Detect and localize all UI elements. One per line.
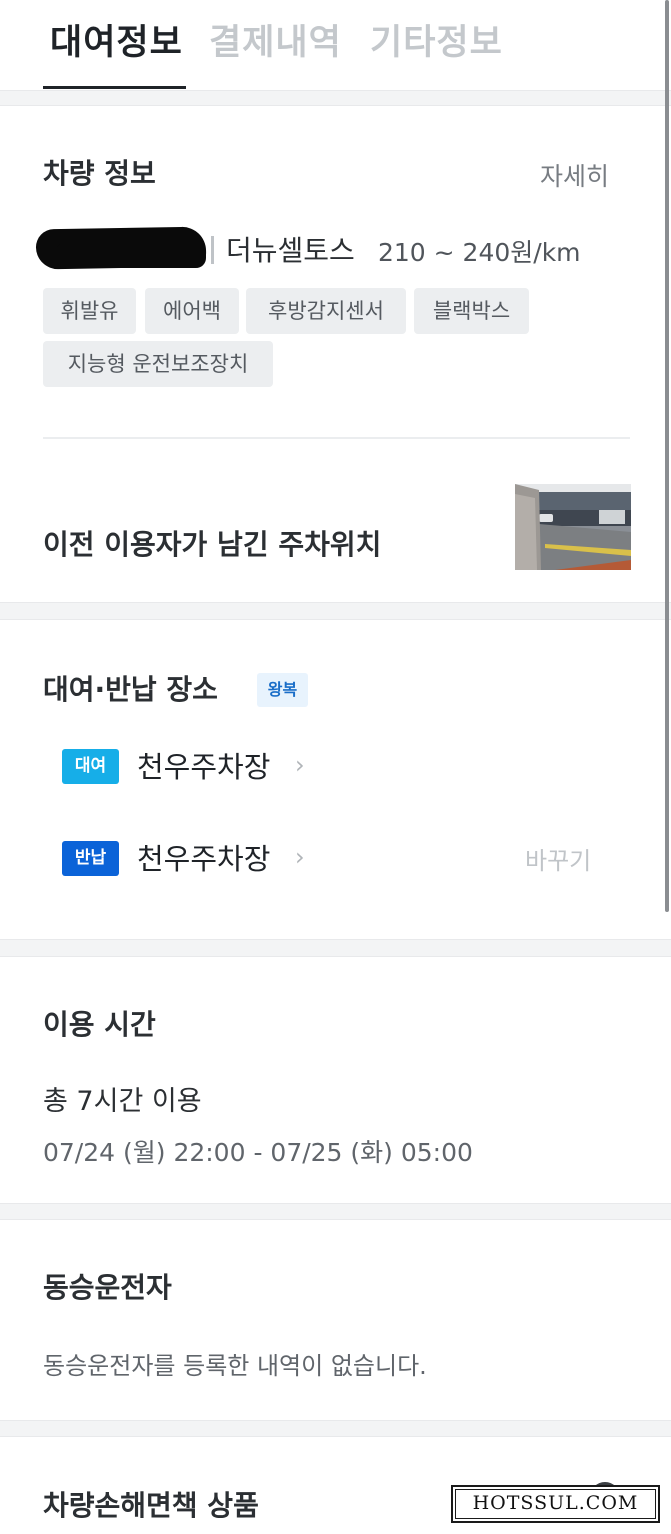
vehicle-section-title: 차량 정보: [43, 157, 156, 190]
car-model-name: 더뉴셀토스: [226, 234, 355, 267]
pickup-location-name[interactable]: 천우주차장: [137, 744, 270, 786]
option-chip: 에어백: [145, 288, 239, 334]
redacted-plate-number-mark: [56, 242, 206, 268]
usage-total: 총 7시간 이용: [43, 1086, 202, 1117]
option-chip: 지능형 운전보조장치: [43, 341, 273, 387]
section-divider: [0, 939, 671, 957]
car-price-per-km: 210 ~ 240원/km: [378, 238, 581, 267]
section-divider: [0, 602, 671, 620]
tab-bar: 대여정보 결제내역 기타정보: [0, 0, 671, 90]
option-chip: 후방감지센서: [246, 288, 406, 334]
tab-payment-history[interactable]: 결제내역: [209, 14, 342, 65]
option-chip: 휘발유: [43, 288, 136, 334]
scrollbar[interactable]: [665, 0, 669, 912]
chevron-right-icon[interactable]: ›: [295, 843, 305, 871]
parking-photo-thumbnail[interactable]: [515, 484, 631, 570]
usage-section-title: 이용 시간: [43, 1008, 156, 1041]
section-divider: [0, 90, 671, 106]
separator: [211, 236, 214, 264]
pickup-tag: 대여: [62, 749, 119, 784]
parking-location-title: 이전 이용자가 남긴 주차위치: [43, 528, 382, 561]
location-section-title: 대여·반납 장소: [43, 673, 218, 706]
tab-rental-info[interactable]: 대여정보: [50, 14, 183, 65]
section-divider: [0, 1420, 671, 1437]
co-driver-empty-message: 동승운전자를 등록한 내역이 없습니다.: [43, 1352, 427, 1380]
co-driver-section-title: 동승운전자: [43, 1271, 172, 1304]
vehicle-detail-link[interactable]: 자세히: [540, 157, 609, 193]
return-tag: 반납: [62, 841, 119, 876]
return-location-name[interactable]: 천우주차장: [137, 836, 270, 878]
section-divider: [0, 1203, 671, 1220]
round-trip-badge: 왕복: [257, 673, 308, 707]
insurance-section-title: 차량손해면책 상품: [43, 1489, 259, 1522]
watermark: HOTSSUL.COM: [451, 1485, 660, 1523]
usage-date-range: 07/24 (월) 22:00 - 07/25 (화) 05:00: [43, 1138, 473, 1167]
chevron-right-icon[interactable]: ›: [295, 751, 305, 779]
active-tab-indicator: [43, 86, 186, 89]
option-chip: 블랙박스: [414, 288, 529, 334]
tab-other-info[interactable]: 기타정보: [370, 14, 503, 65]
divider: [43, 437, 630, 439]
change-return-location-button[interactable]: 바꾸기: [525, 841, 591, 876]
